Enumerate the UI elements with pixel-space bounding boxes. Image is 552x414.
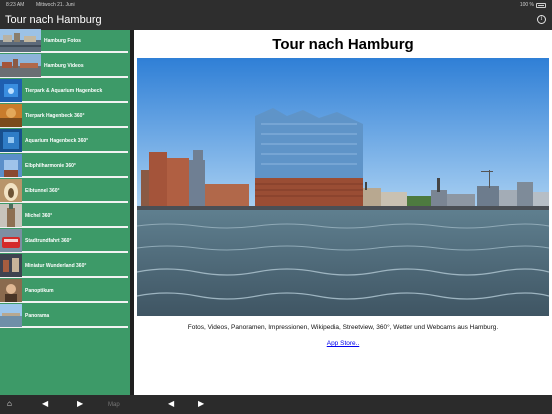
sidebar-item-miniatur-wunderland-360[interactable]: Miniatur Wunderland 360°: [0, 254, 128, 278]
forward-icon[interactable]: ▶: [77, 399, 83, 409]
sidebar-item-label: Michel 360°: [25, 212, 53, 219]
sidebar-item-label: Tierpark Hagenbeck 360°: [25, 112, 85, 119]
status-bar: 8:23 AM Mittwoch 21. Juni 100 %: [0, 0, 552, 10]
bottom-toolbar: ⌂ ◀ ▶ Map ◀ ▶: [0, 395, 552, 414]
nav-bar: Tour nach Hamburg i: [0, 10, 552, 30]
content-back-icon[interactable]: ◀: [168, 399, 174, 409]
sidebar-item-panoptikum[interactable]: Panoptikum: [0, 279, 128, 303]
app-store-link[interactable]: App Store..: [134, 340, 552, 347]
sidebar-item-label: Aquarium Hagenbeck 360°: [25, 137, 89, 144]
michel-360-thumbnail: [0, 204, 22, 227]
sidebar-item-label: Hamburg Fotos: [44, 37, 81, 44]
sidebar-item-label: Panoptikum: [25, 287, 54, 294]
battery-icon: [536, 2, 546, 8]
aquarium-360-thumbnail: [0, 129, 22, 152]
home-icon[interactable]: ⌂: [7, 399, 12, 409]
elbphilharmonie-photo: [137, 58, 549, 316]
battery-indicator: 100 %: [520, 2, 546, 8]
sidebar-item-tierpark-360[interactable]: Tierpark Hagenbeck 360°: [0, 104, 128, 128]
stadtrundfahrt-360-thumbnail: [0, 229, 22, 252]
sidebar-item-label: Miniatur Wunderland 360°: [25, 262, 87, 269]
sidebar-item-tierpark-aquarium[interactable]: Tierpark & Aquarium Hagenbeck: [0, 79, 128, 103]
sidebar: Hamburg Fotos Hamburg Videos Tierpark & …: [0, 29, 130, 395]
info-icon[interactable]: i: [537, 15, 546, 24]
content-forward-icon[interactable]: ▶: [198, 399, 204, 409]
tierpark-aquarium-thumbnail: [0, 79, 22, 102]
tierpark-360-thumbnail: [0, 104, 22, 127]
hamburg-fotos-thumbnail: [0, 29, 41, 52]
sidebar-item-label: Stadtrundfahrt 360°: [25, 237, 72, 244]
back-icon[interactable]: ◀: [42, 399, 48, 409]
sidebar-item-elbphilharmonie-360[interactable]: Elbphilharmonie 360°: [0, 154, 128, 178]
sidebar-item-label: Panorama: [25, 312, 50, 319]
battery-level: 100 %: [519, 2, 534, 8]
sidebar-item-stadtrundfahrt-360[interactable]: Stadtrundfahrt 360°: [0, 229, 128, 253]
hamburg-videos-thumbnail: [0, 54, 41, 77]
sidebar-item-label: Hamburg Videos: [44, 62, 84, 69]
description-text: Fotos, Videos, Panoramen, Impressionen, …: [187, 324, 499, 331]
app-title: Tour nach Hamburg: [5, 14, 102, 26]
sidebar-item-label: Elbtunnel 360°: [25, 187, 60, 194]
sidebar-item-elbtunnel-360[interactable]: Elbtunnel 360°: [0, 179, 128, 203]
sidebar-item-michel-360[interactable]: Michel 360°: [0, 204, 128, 228]
panoptikum-thumbnail: [0, 279, 22, 302]
status-time: 8:23 AM: [6, 2, 25, 8]
sidebar-item-aquarium-360[interactable]: Aquarium Hagenbeck 360°: [0, 129, 128, 153]
panorama-thumbnail: [0, 304, 22, 327]
main-content: Tour nach Hamburg Fotos, Videos, Panoram…: [134, 30, 552, 395]
sidebar-item-label: Elbphilharmonie 360°: [25, 162, 76, 169]
elbtunnel-360-thumbnail: [0, 179, 22, 202]
elbphilharmonie-360-thumbnail: [0, 154, 22, 177]
miniatur-wunderland-360-thumbnail: [0, 254, 22, 277]
sidebar-item-panorama[interactable]: Panorama: [0, 304, 128, 328]
sidebar-item-hamburg-videos[interactable]: Hamburg Videos: [0, 54, 128, 78]
sidebar-item-label: Tierpark & Aquarium Hagenbeck: [25, 87, 103, 94]
status-date: Mittwoch 21. Juni: [36, 2, 75, 8]
map-button[interactable]: Map: [108, 400, 120, 410]
page-title: Tour nach Hamburg: [272, 36, 414, 53]
sidebar-item-hamburg-fotos[interactable]: Hamburg Fotos: [0, 29, 128, 53]
